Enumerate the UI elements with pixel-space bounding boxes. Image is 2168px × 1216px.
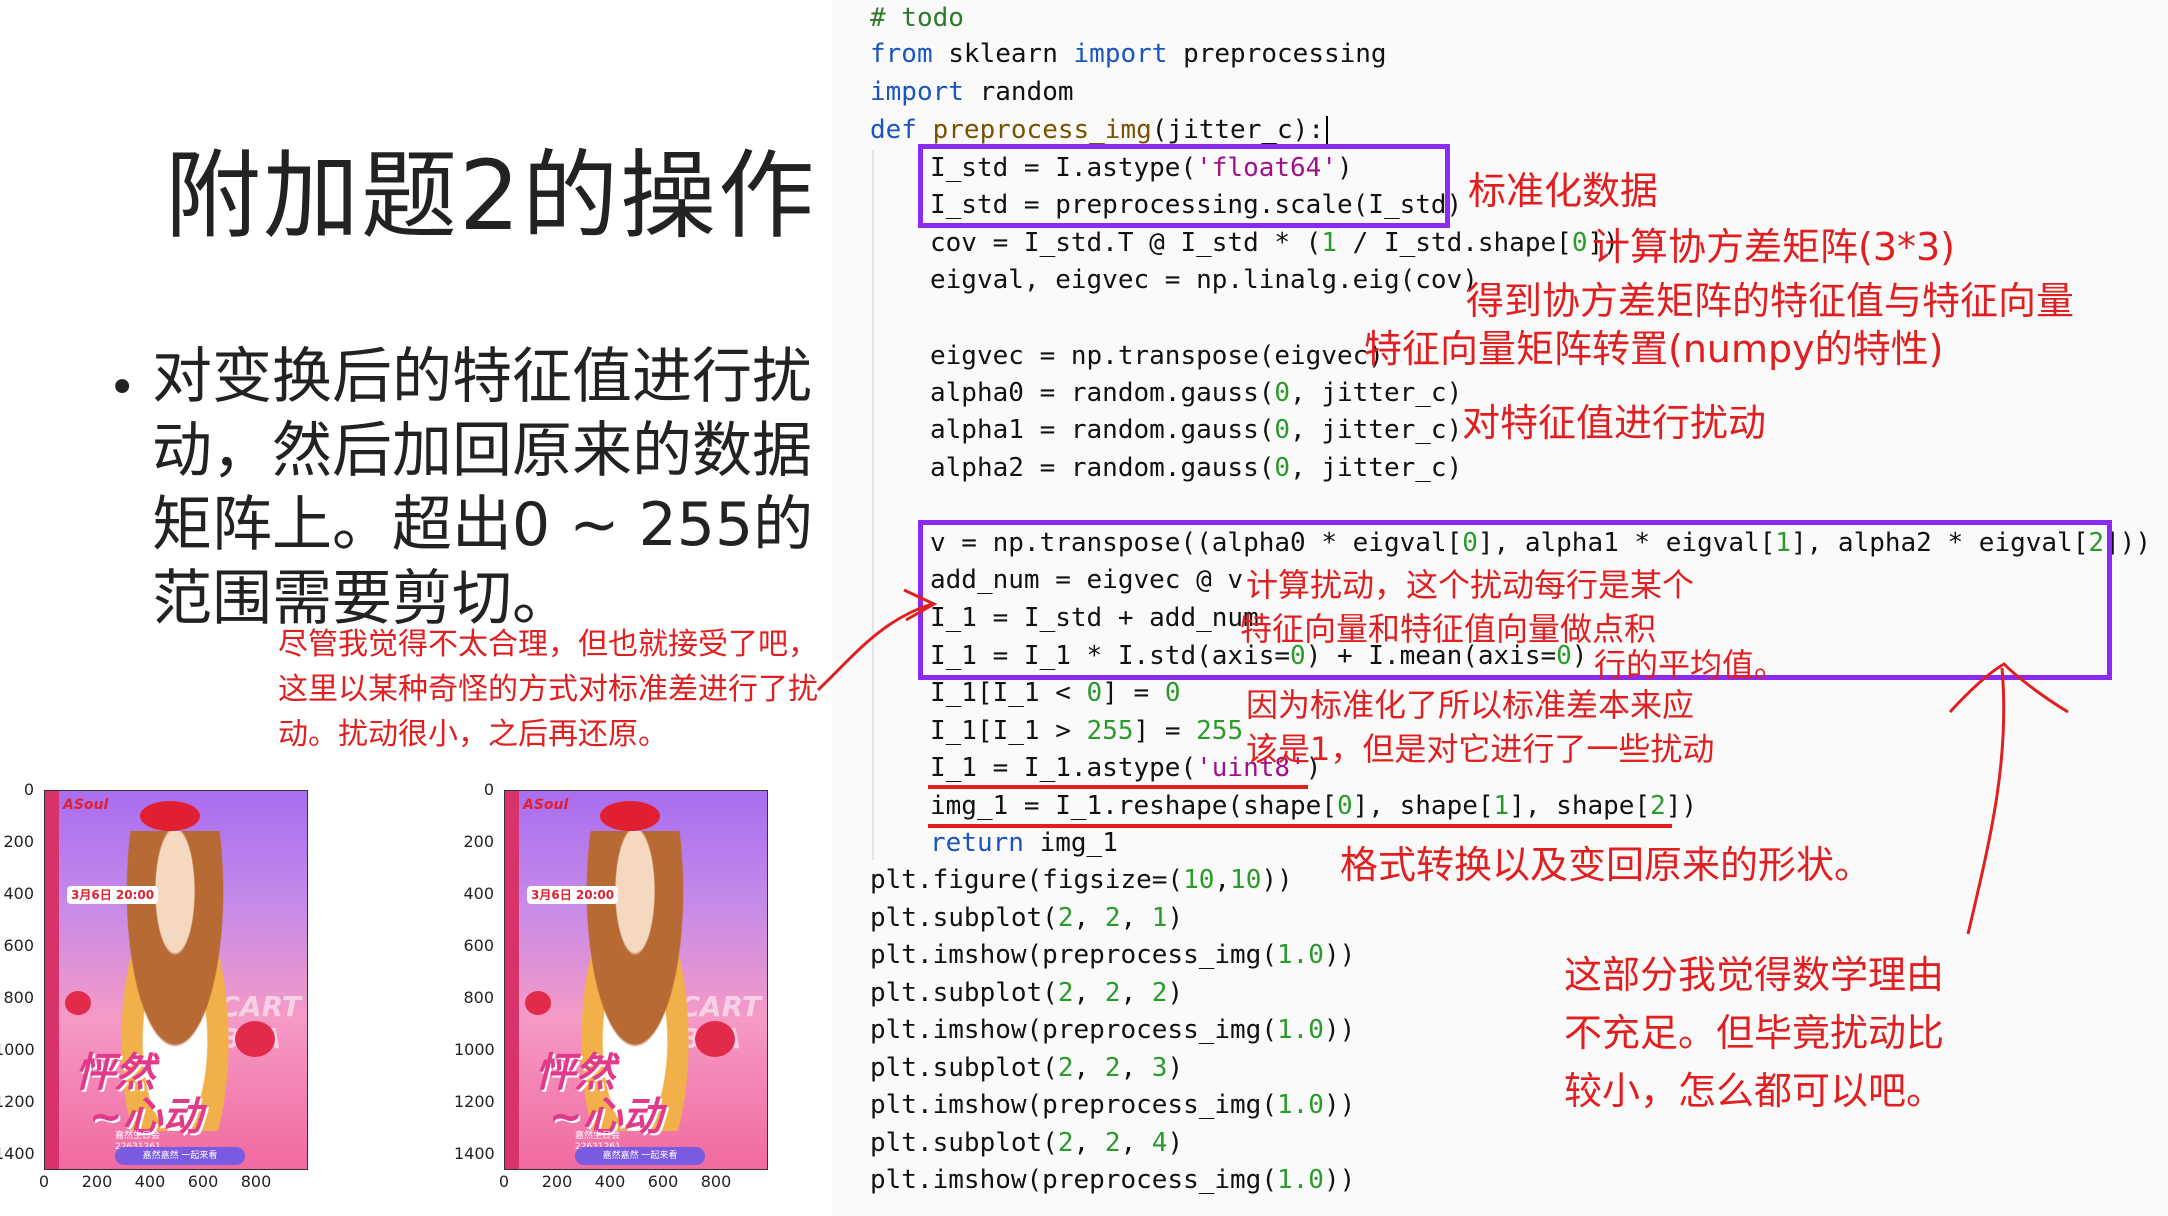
annotation: 较小，怎么都可以吧。 xyxy=(1564,1069,1945,1113)
code-line[interactable]: cov = I_std.T @ I_std * (1 / I_std.shape… xyxy=(930,225,1619,261)
poster-button: 嘉然嘉然 一起来看 xyxy=(115,1147,245,1165)
annotation: 计算扰动，这个扰动每行是某个 xyxy=(1246,566,1695,604)
code-line[interactable]: plt.subplot(2, 2, 3) xyxy=(870,1050,1183,1086)
poster-button: 嘉然嘉然 一起来看 xyxy=(575,1147,705,1165)
handwritten-note: 尽管我觉得不太合理，但也就接受了吧，这里以某种奇怪的方式对标准差进行了扰动。扰动… xyxy=(278,627,818,752)
code-line[interactable]: # todo xyxy=(870,0,964,36)
annotation: 得到协方差矩阵的特征值与特征向量 xyxy=(1466,279,2075,323)
annotation: 不充足。但毕竟扰动比 xyxy=(1564,1011,1945,1055)
code-line[interactable]: plt.subplot(2, 2, 4) xyxy=(870,1125,1183,1161)
y-tick: 200 xyxy=(463,832,494,851)
y-tick: 1200 xyxy=(454,1092,495,1111)
code-line[interactable]: alpha2 = random.gauss(0, jitter_c) xyxy=(930,450,1462,486)
x-tick: 600 xyxy=(187,1172,219,1191)
annotation: 计算协方差矩阵(3*3) xyxy=(1592,225,1956,269)
y-tick: 1400 xyxy=(454,1144,495,1163)
annotation: 格式转换以及变回原来的形状。 xyxy=(1340,843,1873,887)
y-tick: 0 xyxy=(23,780,34,799)
heart-icon xyxy=(65,991,91,1015)
code-line[interactable]: plt.imshow(preprocess_img(1.0)) xyxy=(870,937,1355,973)
y-tick: 800 xyxy=(3,988,34,1007)
code-line[interactable]: eigvec = np.transpose(eigvec) xyxy=(930,338,1384,374)
heart-icon xyxy=(235,1021,275,1057)
annotation: 因为标准化了所以标准差本来应 xyxy=(1246,686,1695,724)
bullet-text: 对变换后的特征值进行扰动，然后加回原来的数据矩阵上。超出0 ~ 255的范围需要… xyxy=(152,342,814,634)
code-line[interactable]: alpha1 = random.gauss(0, jitter_c) xyxy=(930,412,1462,448)
poster-date: 3月6日 20:00 xyxy=(67,886,159,904)
x-tick: 0 xyxy=(38,1172,50,1191)
poster-date: 3月6日 20:00 xyxy=(527,886,619,904)
code-line[interactable]: plt.imshow(preprocess_img(1.0)) xyxy=(870,1162,1355,1198)
code-line[interactable]: eigval, eigvec = np.linalg.eig(cov) xyxy=(930,262,1478,298)
x-tick: 600 xyxy=(647,1172,679,1191)
code-line[interactable]: img_1 = I_1.reshape(shape[0], shape[1], … xyxy=(930,788,1697,824)
y-tick: 1400 xyxy=(0,1144,35,1163)
heart-icon xyxy=(525,991,551,1015)
y-tick: 1000 xyxy=(454,1040,495,1059)
poster-strip xyxy=(505,791,519,1169)
poster-slogan: 怦然 ~心动 xyxy=(75,1050,203,1140)
y-tick: 600 xyxy=(463,936,494,955)
x-tick: 200 xyxy=(81,1172,113,1191)
y-tick: 200 xyxy=(3,832,34,851)
poster-strip xyxy=(45,791,59,1169)
code-line[interactable]: plt.imshow(preprocess_img(1.0)) xyxy=(870,1087,1355,1123)
x-tick: 400 xyxy=(134,1172,166,1191)
heart-icon xyxy=(695,1021,735,1057)
x-tick: 400 xyxy=(594,1172,626,1191)
poster-logo: ASoul xyxy=(63,797,109,813)
x-tick: 0 xyxy=(498,1172,510,1191)
code-line[interactable]: import random xyxy=(870,74,1074,110)
text-cursor xyxy=(1325,115,1328,146)
y-tick: 1000 xyxy=(0,1040,35,1059)
y-tick: 600 xyxy=(3,936,34,955)
code-line[interactable]: alpha0 = random.gauss(0, jitter_c) xyxy=(930,375,1462,411)
poster-logo: ASoul xyxy=(523,797,569,813)
code-line[interactable]: return img_1 xyxy=(930,825,1118,861)
plot-right: CARTBEA ASoul 3月6日 20:00 怦然 ~心动 嘉然生日会226… xyxy=(454,780,790,1200)
plot-left: CARTBEA ASoul 3月6日 20:00 怦然 ~心动 嘉然生日会226… xyxy=(0,780,330,1200)
x-tick: 800 xyxy=(240,1172,272,1191)
poster-slogan: 怦然 ~心动 xyxy=(535,1050,663,1140)
plot-image-frame: CARTBEA ASoul 3月6日 20:00 怦然 ~心动 嘉然生日会226… xyxy=(44,790,308,1170)
code-line[interactable]: plt.figure(figsize=(10,10)) xyxy=(870,862,1293,898)
poster-bow xyxy=(140,801,200,831)
x-tick: 200 xyxy=(541,1172,573,1191)
plot-image-frame: CARTBEA ASoul 3月6日 20:00 怦然 ~心动 嘉然生日会226… xyxy=(504,790,768,1170)
code-line[interactable]: I_1[I_1 > 255] = 255 xyxy=(930,713,1243,749)
x-tick: 800 xyxy=(700,1172,732,1191)
bullet-dot: • xyxy=(108,360,137,416)
code-line[interactable]: I_1[I_1 < 0] = 0 xyxy=(930,675,1180,711)
code-line[interactable]: plt.imshow(preprocess_img(1.0)) xyxy=(870,1012,1355,1048)
highlight-box-standardize xyxy=(918,144,1450,228)
code-line[interactable]: plt.subplot(2, 2, 2) xyxy=(870,975,1183,1011)
annotation: 该是1，但是对它进行了一些扰动 xyxy=(1246,730,1715,768)
annotation: 特征向量矩阵转置(numpy的特性) xyxy=(1364,327,1944,371)
code-line[interactable]: from sklearn import preprocessing xyxy=(870,36,1387,72)
y-tick: 800 xyxy=(463,988,494,1007)
slide-title: 附加题2的操作 xyxy=(165,140,817,252)
annotation: 标准化数据 xyxy=(1468,169,1659,213)
y-tick: 400 xyxy=(463,884,494,903)
y-tick: 0 xyxy=(483,780,494,799)
code-line[interactable]: def preprocess_img(jitter_c): xyxy=(870,112,1328,148)
underline xyxy=(928,824,1672,828)
indent-guide xyxy=(872,150,874,860)
code-line[interactable]: plt.subplot(2, 2, 1) xyxy=(870,900,1183,936)
y-tick: 1200 xyxy=(0,1092,35,1111)
y-tick: 400 xyxy=(3,884,34,903)
annotation: 这部分我觉得数学理由 xyxy=(1564,953,1945,997)
annotation: 对特征值进行扰动 xyxy=(1462,401,1767,445)
underline xyxy=(928,785,1308,789)
poster-bow xyxy=(600,801,660,831)
